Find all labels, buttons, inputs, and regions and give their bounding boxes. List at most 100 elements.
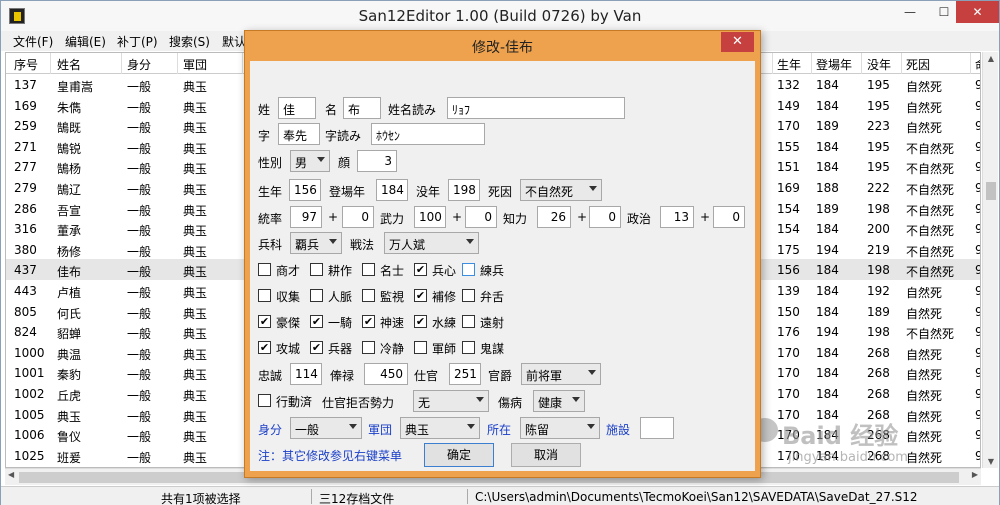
- skill-checkbox[interactable]: ✔ 兵器: [310, 340, 360, 356]
- cell-death: 200: [867, 222, 890, 237]
- face-input[interactable]: 3: [357, 150, 397, 172]
- menu-default[interactable]: 默认: [222, 33, 246, 50]
- col-header-extra[interactable]: 命: [975, 56, 980, 73]
- maximize-button[interactable]: ☐: [929, 1, 959, 23]
- menu-search[interactable]: 搜索(S): [169, 33, 210, 50]
- scroll-up-icon[interactable]: ▲: [983, 54, 999, 63]
- checkbox-box[interactable]: ✔: [362, 315, 375, 328]
- facility-input[interactable]: [640, 417, 674, 439]
- skill-checkbox[interactable]: 監視: [362, 288, 412, 304]
- checkbox-box[interactable]: [462, 289, 475, 302]
- birth-year-input[interactable]: 156: [289, 179, 321, 201]
- checkbox-box[interactable]: [310, 263, 323, 276]
- skill-checkbox[interactable]: 人脈: [310, 288, 360, 304]
- checkbox-acted[interactable]: 行動済: [258, 393, 328, 409]
- col-header-death[interactable]: 没年: [867, 56, 891, 73]
- leadership-bonus-input[interactable]: 0: [342, 206, 374, 228]
- col-header-name[interactable]: 姓名: [57, 56, 81, 73]
- death-cause-select[interactable]: 不自然死: [520, 179, 602, 201]
- cell-appear: 184: [816, 263, 839, 278]
- checkbox-box[interactable]: ✔: [258, 341, 271, 354]
- skill-checkbox[interactable]: 鬼謀: [462, 340, 512, 356]
- col-header-rank[interactable]: 身分: [127, 56, 151, 73]
- dialog-close-button[interactable]: ✕: [721, 32, 754, 52]
- disease-select[interactable]: 健康: [533, 390, 585, 412]
- war-input[interactable]: 100: [414, 206, 446, 228]
- close-window-button[interactable]: ✕: [956, 1, 999, 23]
- name-reading-input[interactable]: ﾘｮﾌ: [447, 97, 625, 119]
- given-name-input[interactable]: 布: [343, 97, 381, 119]
- skill-checkbox[interactable]: ✔ 一騎: [310, 314, 360, 330]
- scroll-left-icon[interactable]: ◀: [8, 470, 14, 479]
- death-year-input[interactable]: 198: [448, 179, 480, 201]
- politics-bonus-input[interactable]: 0: [713, 206, 745, 228]
- checkbox-box[interactable]: [362, 289, 375, 302]
- skill-checkbox[interactable]: 弁舌: [462, 288, 512, 304]
- troop-type-select[interactable]: 覇兵: [290, 232, 342, 254]
- surname-input[interactable]: 佳: [278, 97, 316, 119]
- skill-checkbox[interactable]: 商才: [258, 262, 308, 278]
- politics-input[interactable]: 13: [660, 206, 694, 228]
- checkbox-acted-box[interactable]: [258, 394, 271, 407]
- checkbox-box[interactable]: [462, 341, 475, 354]
- skill-checkbox[interactable]: ✔ 攻城: [258, 340, 308, 356]
- skill-checkbox[interactable]: ✔ 兵心: [414, 262, 464, 278]
- tactic-select[interactable]: 万人斌: [384, 232, 479, 254]
- skill-checkbox[interactable]: ✔ 補修: [414, 288, 464, 304]
- location-select[interactable]: 陈留: [520, 417, 600, 439]
- leadership-input[interactable]: 97: [290, 206, 322, 228]
- loyalty-input[interactable]: 114: [290, 363, 322, 385]
- rank-title-select[interactable]: 前将軍: [521, 363, 601, 385]
- checkbox-box[interactable]: [414, 341, 427, 354]
- checkbox-box[interactable]: [258, 263, 271, 276]
- appear-year-input[interactable]: 184: [376, 179, 408, 201]
- checkbox-box[interactable]: ✔: [310, 341, 323, 354]
- ok-button[interactable]: 确定: [424, 443, 494, 467]
- status-select[interactable]: 一般: [290, 417, 362, 439]
- gender-select[interactable]: 男: [290, 150, 330, 172]
- intelligence-bonus-input[interactable]: 0: [589, 206, 621, 228]
- skill-checkbox[interactable]: ✔ 水練: [414, 314, 464, 330]
- checkbox-box[interactable]: ✔: [414, 263, 427, 276]
- menu-edit[interactable]: 编辑(E): [65, 33, 106, 50]
- checkbox-box[interactable]: [258, 289, 271, 302]
- salary-input[interactable]: 450: [364, 363, 408, 385]
- skill-checkbox[interactable]: 軍師: [414, 340, 464, 356]
- serve-input[interactable]: 251: [449, 363, 481, 385]
- war-bonus-input[interactable]: 0: [465, 206, 497, 228]
- refuse-force-select[interactable]: 无: [413, 390, 489, 412]
- checkbox-box[interactable]: [362, 263, 375, 276]
- checkbox-box[interactable]: [362, 341, 375, 354]
- skill-checkbox[interactable]: 耕作: [310, 262, 360, 278]
- menu-patch[interactable]: 补丁(P): [117, 33, 158, 50]
- corps-select[interactable]: 典玉: [400, 417, 480, 439]
- checkbox-box[interactable]: [462, 263, 475, 276]
- checkbox-box[interactable]: [310, 289, 323, 302]
- checkbox-box[interactable]: ✔: [414, 289, 427, 302]
- checkbox-box[interactable]: [462, 315, 475, 328]
- minimize-button[interactable]: —: [895, 1, 925, 23]
- col-header-birth[interactable]: 生年: [777, 56, 801, 73]
- skill-label: 補修: [432, 290, 457, 304]
- checkbox-box[interactable]: ✔: [310, 315, 323, 328]
- menu-file[interactable]: 文件(F): [13, 33, 53, 50]
- col-header-corps[interactable]: 軍団: [183, 56, 207, 73]
- checkbox-box[interactable]: ✔: [258, 315, 271, 328]
- skill-checkbox[interactable]: ✔ 神速: [362, 314, 412, 330]
- col-header-no[interactable]: 序号: [14, 56, 38, 73]
- skill-checkbox[interactable]: 名士: [362, 262, 412, 278]
- style-reading-input[interactable]: ﾎｳｾﾝ: [371, 123, 485, 145]
- skill-checkbox[interactable]: 収集: [258, 288, 308, 304]
- col-header-appear[interactable]: 登場年: [816, 56, 852, 73]
- vertical-scrollbar[interactable]: ▲ ▼: [982, 52, 998, 468]
- intelligence-input[interactable]: 26: [537, 206, 571, 228]
- scroll-thumb[interactable]: [986, 182, 996, 200]
- col-header-cause[interactable]: 死因: [906, 56, 930, 73]
- checkbox-box[interactable]: ✔: [414, 315, 427, 328]
- skill-checkbox[interactable]: 冷静: [362, 340, 412, 356]
- style-name-input[interactable]: 奉先: [278, 123, 320, 145]
- cancel-button[interactable]: 取消: [511, 443, 581, 467]
- skill-checkbox[interactable]: 遠射: [462, 314, 512, 330]
- skill-checkbox[interactable]: ✔ 豪傑: [258, 314, 308, 330]
- skill-checkbox[interactable]: 練兵: [462, 262, 512, 278]
